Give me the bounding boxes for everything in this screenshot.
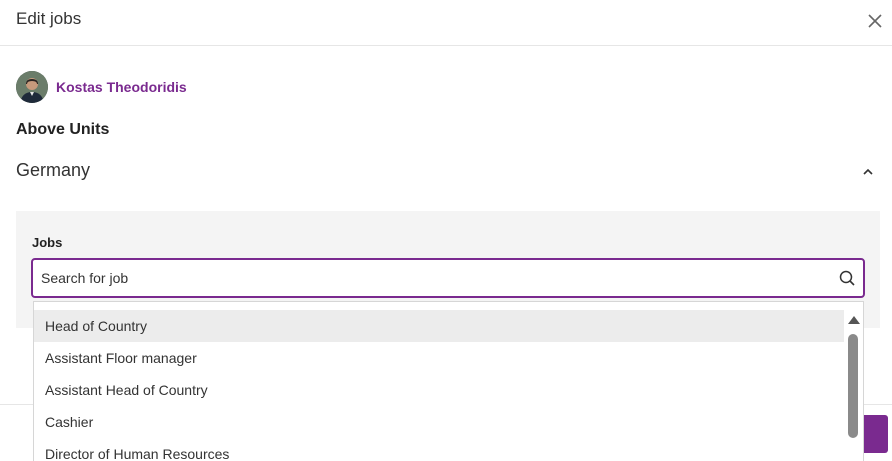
job-option[interactable]: Director of Human Resources xyxy=(34,438,844,461)
job-option[interactable]: Assistant Floor manager xyxy=(34,342,844,374)
dropdown-scrollbar[interactable] xyxy=(844,302,863,461)
avatar xyxy=(16,71,48,103)
close-icon[interactable] xyxy=(864,10,886,32)
job-dropdown: Head of Country Assistant Floor manager … xyxy=(33,301,864,461)
job-option[interactable]: Assistant Head of Country xyxy=(34,374,844,406)
modal-header: Edit jobs xyxy=(0,0,892,46)
scroll-up-icon[interactable] xyxy=(848,316,860,324)
country-name: Germany xyxy=(16,160,91,180)
job-search-box[interactable] xyxy=(31,258,865,298)
job-option[interactable]: Head of Country xyxy=(34,310,844,342)
section-title: Above Units xyxy=(16,121,110,138)
modal-title: Edit jobs xyxy=(16,9,82,28)
scroll-thumb[interactable] xyxy=(848,334,858,438)
save-button[interactable] xyxy=(860,415,888,453)
job-option[interactable]: Cashier xyxy=(34,406,844,438)
search-icon[interactable] xyxy=(838,269,856,287)
user-row: Kostas Theodoridis xyxy=(16,71,187,103)
jobs-label: Jobs xyxy=(32,235,63,250)
chevron-up-icon[interactable] xyxy=(858,162,878,182)
job-search-input[interactable] xyxy=(41,260,821,296)
user-name[interactable]: Kostas Theodoridis xyxy=(56,79,187,95)
